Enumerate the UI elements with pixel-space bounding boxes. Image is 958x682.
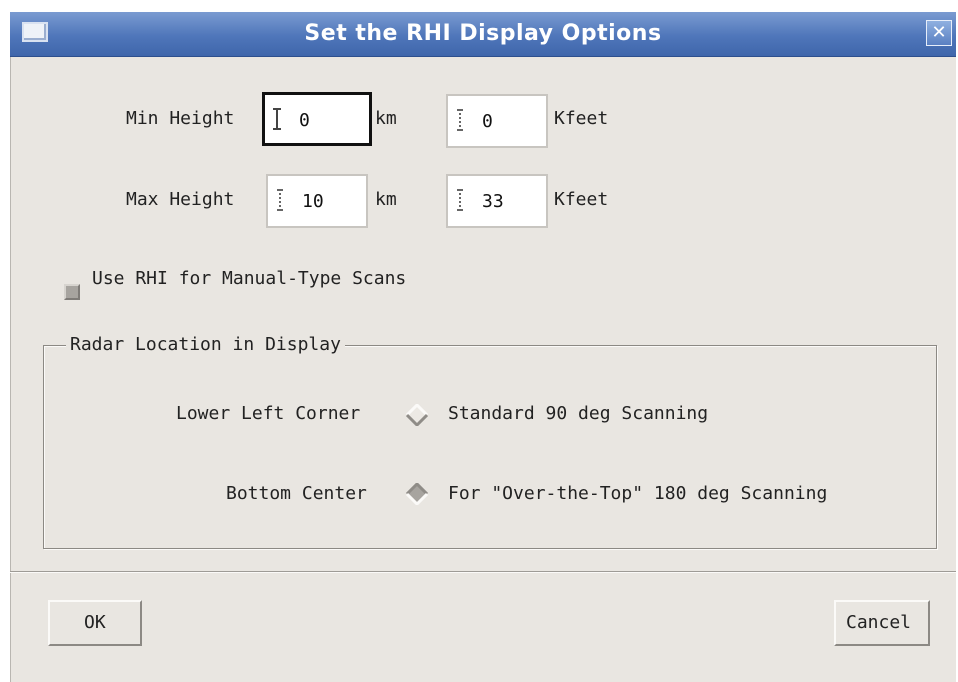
manual-scans-checkbox[interactable] (64, 284, 80, 300)
text-cursor-icon (273, 108, 281, 130)
divider (10, 571, 956, 573)
bottom-center-label: Bottom Center (226, 483, 367, 504)
min-height-kfeet-input[interactable]: 0 (446, 94, 548, 148)
lower-left-corner-label: Lower Left Corner (176, 403, 361, 424)
diamond-radio-icon (406, 483, 428, 505)
close-icon[interactable]: ✕ (926, 20, 952, 46)
lower-left-corner-radio[interactable] (406, 404, 428, 426)
bottom-center-description: For "Over-the-Top" 180 deg Scanning (448, 483, 828, 504)
cancel-button[interactable]: Cancel (834, 600, 930, 646)
max-height-label: Max Height (126, 189, 235, 210)
min-height-km-input[interactable]: 0 (262, 92, 372, 146)
lower-left-corner-description: Standard 90 deg Scanning (448, 403, 709, 424)
min-height-kfeet-value: 0 (482, 111, 493, 132)
min-height-kfeet-unit: Kfeet (554, 108, 609, 129)
manual-scans-label: Use RHI for Manual-Type Scans (92, 268, 407, 289)
max-height-kfeet-unit: Kfeet (554, 189, 609, 210)
text-cursor-icon (276, 189, 284, 211)
radar-location-group-title: Radar Location in Display (66, 334, 345, 355)
bottom-center-radio[interactable] (406, 483, 428, 505)
max-height-kfeet-input[interactable]: 33 (446, 174, 548, 228)
dialog-window: Set the RHI Display Options ✕ Min Height… (10, 12, 956, 682)
radar-location-group: Radar Location in Display Lower Left Cor… (43, 334, 937, 549)
dialog-title: Set the RHI Display Options (304, 21, 662, 46)
diamond-radio-icon (406, 404, 428, 426)
max-height-km-input[interactable]: 10 (266, 174, 368, 228)
text-cursor-icon (456, 109, 464, 131)
title-bar[interactable]: Set the RHI Display Options ✕ (10, 12, 956, 57)
min-height-km-value: 0 (299, 110, 310, 131)
max-height-km-value: 10 (302, 191, 324, 212)
text-cursor-icon (456, 189, 464, 211)
min-height-km-unit: km (375, 108, 397, 129)
max-height-kfeet-value: 33 (482, 191, 504, 212)
min-height-label: Min Height (126, 108, 235, 129)
max-height-km-unit: km (375, 189, 397, 210)
ok-button[interactable]: OK (48, 600, 142, 646)
